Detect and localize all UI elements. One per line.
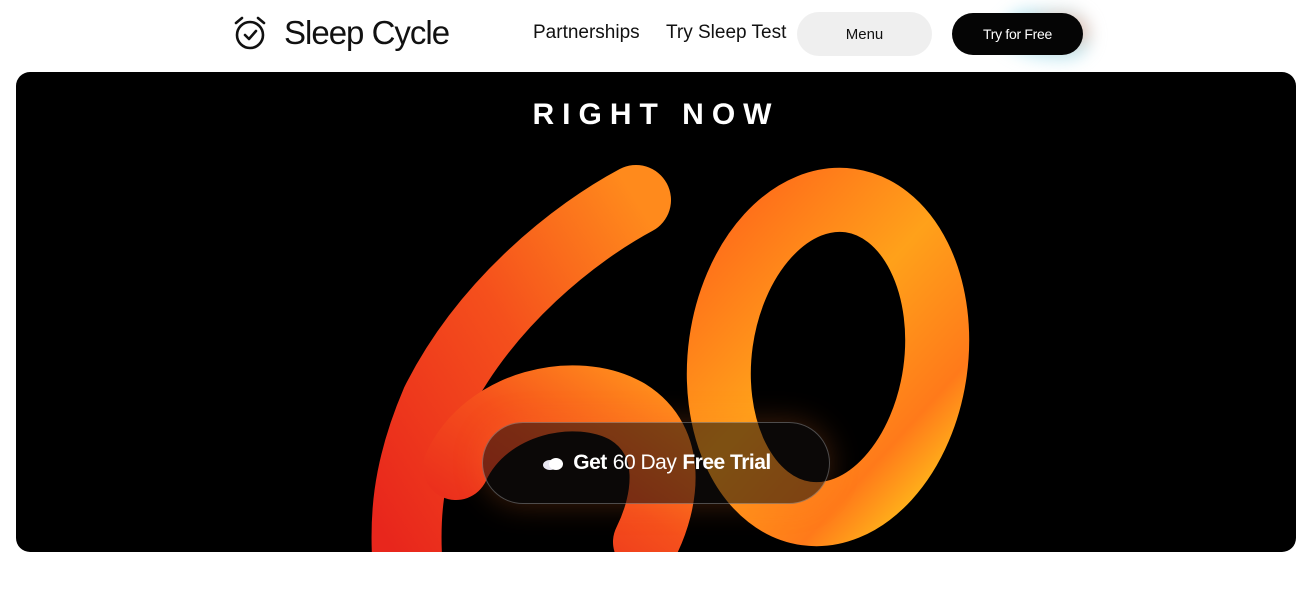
cta-text-days: 60 Day	[612, 451, 677, 474]
brand-logo[interactable]: Sleep Cycle	[232, 14, 450, 52]
try-for-free-button[interactable]: Try for Free	[952, 13, 1083, 55]
hero-banner: RIGHT NOW Get 60 Day Free Trial	[16, 72, 1296, 552]
get-60-day-free-trial-button[interactable]: Get 60 Day Free Trial	[482, 422, 830, 504]
cloud-icon	[543, 458, 564, 470]
cta-text-free-trial: Free Trial	[682, 451, 771, 474]
alarm-clock-icon	[234, 16, 266, 50]
nav-partnerships-link[interactable]: Partnerships	[533, 22, 640, 44]
site-header: Sleep Cycle Partnerships Try Sleep Test …	[0, 0, 1312, 70]
brand-name: Sleep Cycle	[284, 14, 450, 51]
menu-button[interactable]: Menu	[797, 12, 932, 56]
cta-text-get: Get	[573, 451, 607, 474]
nav-try-sleep-test-link[interactable]: Try Sleep Test	[666, 22, 786, 44]
hero-eyebrow: RIGHT NOW	[532, 98, 780, 131]
